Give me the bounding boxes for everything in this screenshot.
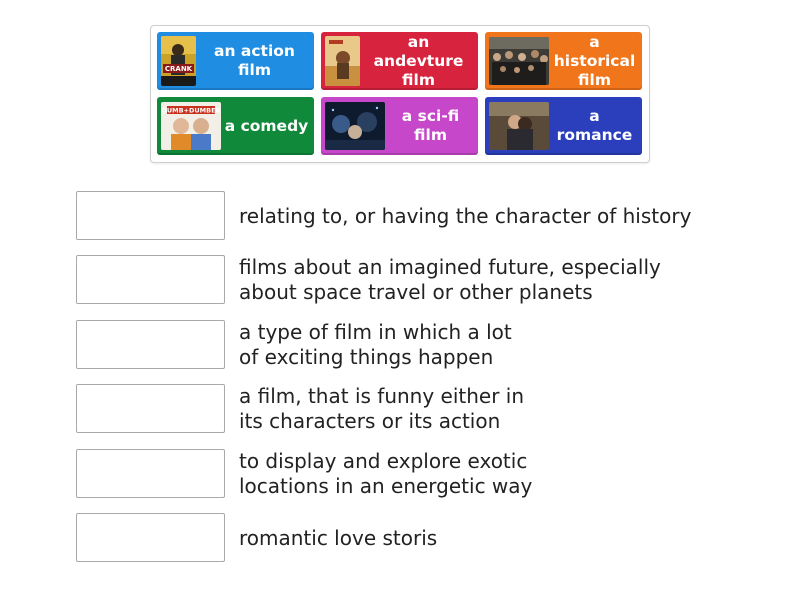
definition-text: a type of film in which a lot of excitin… bbox=[239, 320, 512, 369]
sci-fi-still-image bbox=[325, 102, 385, 150]
tile-adventure-film[interactable]: an andevture film bbox=[321, 32, 478, 90]
match-row: relating to, or having the character of … bbox=[76, 191, 776, 241]
romance-still-image bbox=[489, 102, 549, 150]
drop-box[interactable] bbox=[76, 320, 225, 369]
tile-label: a sci-fi film bbox=[401, 107, 460, 144]
tile-action-film[interactable]: CRANK an action film bbox=[157, 32, 314, 90]
match-row: to display and explore exotic locations … bbox=[76, 449, 776, 499]
definition-text: films about an imagined future, especial… bbox=[239, 255, 661, 304]
tile-scifi-film[interactable]: a sci-fi film bbox=[321, 97, 478, 155]
match-row: romantic love storis bbox=[76, 513, 776, 563]
crowd-scene-image bbox=[489, 37, 549, 85]
tile-label: an action film bbox=[214, 42, 295, 79]
tile-label: a romance bbox=[556, 107, 633, 144]
drop-box[interactable] bbox=[76, 449, 225, 498]
tile-label: a comedy bbox=[224, 116, 309, 135]
drop-box[interactable] bbox=[76, 384, 225, 433]
tile-label: a historical film bbox=[553, 32, 636, 89]
definition-text: romantic love storis bbox=[239, 525, 438, 550]
tile-historical-film[interactable]: a historical film bbox=[485, 32, 642, 90]
dumb-title-text: DUMB+DUMBER bbox=[161, 107, 220, 115]
match-row: a type of film in which a lot of excitin… bbox=[76, 320, 776, 370]
definition-text: a film, that is funny either in its char… bbox=[239, 384, 525, 433]
crank-poster-image: CRANK bbox=[161, 36, 196, 86]
dumb-and-dumber-poster-image: DUMB+DUMBER bbox=[161, 102, 221, 150]
answer-bank: CRANK an action film an andevture film a… bbox=[150, 25, 650, 163]
drop-box[interactable] bbox=[76, 513, 225, 562]
definition-text: relating to, or having the character of … bbox=[239, 203, 692, 228]
tile-comedy[interactable]: DUMB+DUMBER a comedy bbox=[157, 97, 314, 155]
definition-text: to display and explore exotic locations … bbox=[239, 449, 533, 498]
match-row: films about an imagined future, especial… bbox=[76, 255, 776, 305]
crank-title-text: CRANK bbox=[165, 65, 193, 73]
drop-box[interactable] bbox=[76, 255, 225, 304]
desert-adventure-poster-image bbox=[325, 36, 360, 86]
tile-romance[interactable]: a romance bbox=[485, 97, 642, 155]
tile-label: an andevture film bbox=[373, 32, 464, 89]
match-row: a film, that is funny either in its char… bbox=[76, 384, 776, 434]
drop-box[interactable] bbox=[76, 191, 225, 240]
